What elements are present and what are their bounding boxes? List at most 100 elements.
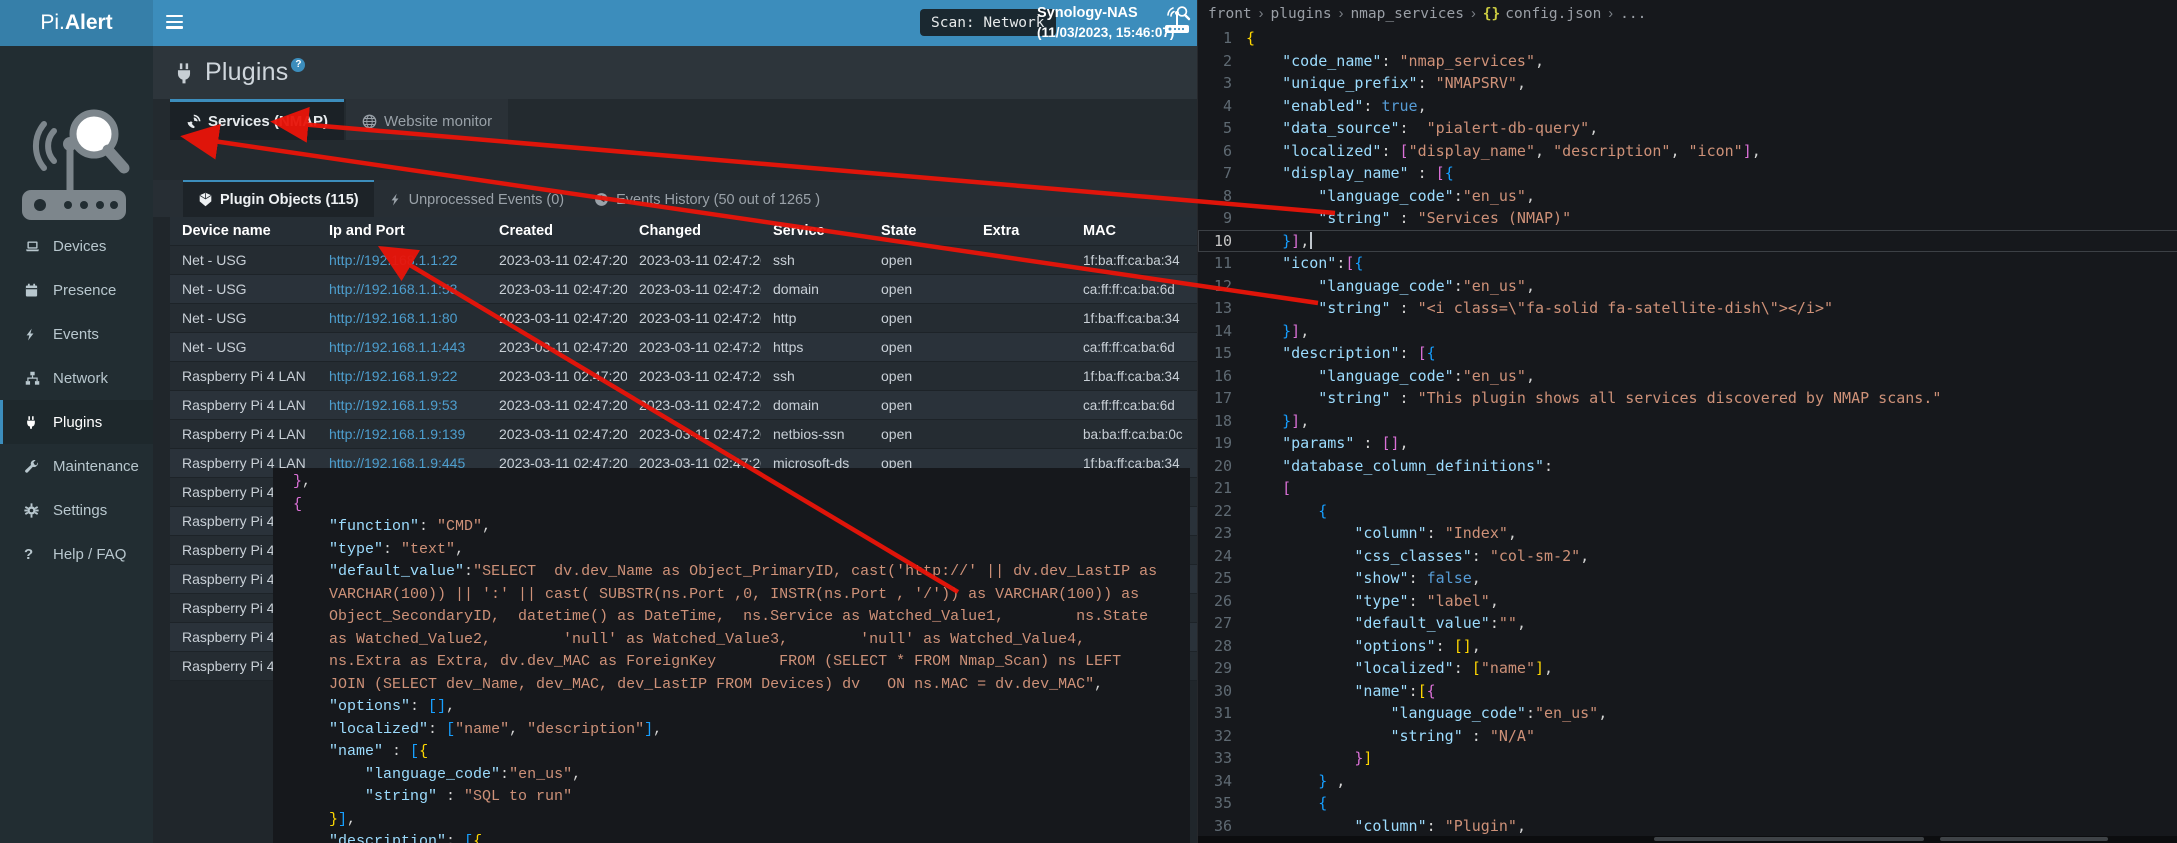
- tab-label: Website monitor: [384, 113, 492, 130]
- cell-device-name: Raspberry Pi 4 LAN: [170, 397, 317, 413]
- editor-line-31[interactable]: 31 "language_code":"en_us",: [1198, 702, 2177, 725]
- column-header-state[interactable]: State: [869, 223, 971, 239]
- sidebar-item-presence[interactable]: Presence: [0, 268, 153, 312]
- column-header-mac[interactable]: MAC: [1071, 223, 1189, 239]
- vscode-editor-panel[interactable]: front›plugins›nmap_services›{}config.jso…: [1197, 0, 2177, 843]
- cell-changed: 2023-03-11 02:47:20: [627, 368, 761, 384]
- ip-port-link[interactable]: http://192.168.1.9:139: [329, 426, 465, 442]
- subtab-events-history-50-out-of-1265[interactable]: Events History (50 out of 1265 ): [579, 180, 835, 217]
- editor-line-36[interactable]: 36 "column": "Plugin",: [1198, 815, 2177, 838]
- editor-line-21[interactable]: 21 [: [1198, 477, 2177, 500]
- ip-port-link[interactable]: http://192.168.1.1:53: [329, 281, 457, 297]
- cell-mac: 1f:ba:ff:ca:ba:34: [1071, 369, 1189, 384]
- line-content: "code_name": "nmap_services",: [1232, 50, 1544, 73]
- editor-line-9[interactable]: 9 "string" : "Services (NMAP)": [1198, 207, 2177, 230]
- subtab-plugin-objects-115[interactable]: Plugin Objects (115): [183, 180, 374, 217]
- editor-line-22[interactable]: 22 {: [1198, 500, 2177, 523]
- breadcrumb-item[interactable]: nmap_services: [1350, 6, 1464, 22]
- breadcrumb[interactable]: front›plugins›nmap_services›{}config.jso…: [1208, 2, 1646, 26]
- line-content: "options": [],: [1232, 635, 1481, 658]
- editor-line-2[interactable]: 2 "code_name": "nmap_services",: [1198, 50, 2177, 73]
- editor-line-33[interactable]: 33 }]: [1198, 747, 2177, 770]
- line-content: }],: [1232, 410, 1309, 433]
- breadcrumb-item[interactable]: plugins: [1271, 6, 1332, 22]
- plugin-subtabs: Plugin Objects (115)Unprocessed Events (…: [183, 180, 835, 217]
- sidebar-item-help-faq[interactable]: ?Help / FAQ: [0, 532, 153, 576]
- subtab-unprocessed-events-0[interactable]: Unprocessed Events (0): [374, 180, 580, 217]
- sidebar-item-label: Help / FAQ: [53, 546, 126, 563]
- editor-line-8[interactable]: 8 "language_code":"en_us",: [1198, 185, 2177, 208]
- editor-line-1[interactable]: 1{: [1198, 27, 2177, 50]
- editor-line-27[interactable]: 27 "default_value":"",: [1198, 612, 2177, 635]
- breadcrumb-item[interactable]: config.json: [1505, 6, 1601, 22]
- sidebar-item-plugins[interactable]: Plugins: [0, 400, 153, 444]
- cell-device-name: Raspberry Pi 4 LAN: [170, 368, 317, 384]
- ip-port-link[interactable]: http://192.168.1.9:22: [329, 368, 457, 384]
- ip-port-link[interactable]: http://192.168.1.9:53: [329, 397, 457, 413]
- column-header-service[interactable]: Service: [761, 223, 869, 239]
- editor-line-18[interactable]: 18 }],: [1198, 410, 2177, 433]
- cell-device-name: Net - USG: [170, 310, 317, 326]
- editor-line-29[interactable]: 29 "localized": ["name"],: [1198, 657, 2177, 680]
- editor-line-34[interactable]: 34 } ,: [1198, 770, 2177, 793]
- config-json-code[interactable]: 1{2 "code_name": "nmap_services",3 "uniq…: [1198, 27, 2177, 837]
- editor-line-10[interactable]: 10 }],: [1198, 230, 2177, 253]
- editor-line-20[interactable]: 20 "database_column_definitions":: [1198, 455, 2177, 478]
- editor-line-13[interactable]: 13 "string" : "<i class=\"fa-solid fa-sa…: [1198, 297, 2177, 320]
- scan-status-badge: Scan: Network: [920, 9, 1056, 36]
- editor-line-26[interactable]: 26 "type": "label",: [1198, 590, 2177, 613]
- column-header-created[interactable]: Created: [487, 223, 627, 239]
- editor-line-35[interactable]: 35 {: [1198, 792, 2177, 815]
- sidebar-item-network[interactable]: Network: [0, 356, 153, 400]
- tab-website-monitor[interactable]: Website monitor: [346, 99, 508, 140]
- table-row: Net - USGhttp://192.168.1.1:802023-03-11…: [170, 304, 1197, 333]
- line-number: 33: [1198, 747, 1232, 770]
- brand-logo[interactable]: Pi.Alert: [0, 0, 153, 46]
- line-number: 14: [1198, 320, 1232, 343]
- editor-line-4[interactable]: 4 "enabled": true,: [1198, 95, 2177, 118]
- brand-bold: Alert: [65, 11, 113, 35]
- editor-line-11[interactable]: 11 "icon":[{: [1198, 252, 2177, 275]
- cell-service: ssh: [761, 252, 869, 268]
- editor-line-28[interactable]: 28 "options": [],: [1198, 635, 2177, 658]
- host-name: Synology-NAS: [1037, 4, 1174, 23]
- sidebar-toggle-icon[interactable]: [166, 15, 183, 29]
- table-row: Raspberry Pi 4 LANhttp://192.168.1.9:139…: [170, 420, 1197, 449]
- editor-line-16[interactable]: 16 "language_code":"en_us",: [1198, 365, 2177, 388]
- editor-line-19[interactable]: 19 "params" : [],: [1198, 432, 2177, 455]
- ip-port-link[interactable]: http://192.168.1.1:443: [329, 339, 465, 355]
- editor-line-14[interactable]: 14 }],: [1198, 320, 2177, 343]
- editor-line-12[interactable]: 12 "language_code":"en_us",: [1198, 275, 2177, 298]
- ip-port-link[interactable]: http://192.168.1.1:80: [329, 310, 457, 326]
- tab-services-nmap[interactable]: Services (NMAP): [170, 99, 344, 140]
- sidebar-item-settings[interactable]: Settings: [0, 488, 153, 532]
- tab-label: Services (NMAP): [208, 113, 328, 130]
- column-header-device-name[interactable]: Device name: [170, 223, 317, 239]
- editor-line-23[interactable]: 23 "column": "Index",: [1198, 522, 2177, 545]
- sidebar-item-maintenance[interactable]: Maintenance: [0, 444, 153, 488]
- table-row: Raspberry Pi 4 LANhttp://192.168.1.9:532…: [170, 391, 1197, 420]
- sidebar-item-devices[interactable]: Devices: [0, 224, 153, 268]
- line-content: "display_name" : [{: [1232, 162, 1454, 185]
- column-header-changed[interactable]: Changed: [627, 223, 761, 239]
- sidebar-item-events[interactable]: Events: [0, 312, 153, 356]
- ip-port-link[interactable]: http://192.168.1.1:22: [329, 252, 457, 268]
- breadcrumb-item[interactable]: front: [1208, 6, 1252, 22]
- editor-line-32[interactable]: 32 "string" : "N/A": [1198, 725, 2177, 748]
- editor-line-24[interactable]: 24 "css_classes": "col-sm-2",: [1198, 545, 2177, 568]
- config-json-popup-editor[interactable]: }, { "function": "CMD", "type": "text", …: [273, 468, 1190, 843]
- column-header-extra[interactable]: Extra: [971, 223, 1071, 239]
- breadcrumb-item[interactable]: ...: [1620, 6, 1646, 22]
- editor-line-7[interactable]: 7 "display_name" : [{: [1198, 162, 2177, 185]
- editor-line-17[interactable]: 17 "string" : "This plugin shows all ser…: [1198, 387, 2177, 410]
- cell-service: domain: [761, 281, 869, 297]
- column-header-ip-and-port[interactable]: Ip and Port: [317, 223, 487, 239]
- editor-line-25[interactable]: 25 "show": false,: [1198, 567, 2177, 590]
- editor-line-6[interactable]: 6 "localized": ["display_name", "descrip…: [1198, 140, 2177, 163]
- line-number: 28: [1198, 635, 1232, 658]
- page-help-badge[interactable]: ?: [291, 58, 305, 72]
- editor-line-30[interactable]: 30 "name":[{: [1198, 680, 2177, 703]
- editor-line-3[interactable]: 3 "unique_prefix": "NMAPSRV",: [1198, 72, 2177, 95]
- editor-line-5[interactable]: 5 "data_source": "pialert-db-query",: [1198, 117, 2177, 140]
- editor-line-15[interactable]: 15 "description": [{: [1198, 342, 2177, 365]
